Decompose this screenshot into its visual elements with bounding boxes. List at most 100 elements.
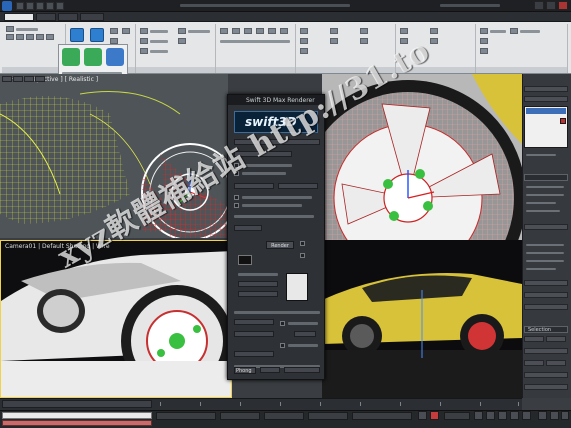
y-coordinate-field[interactable] (264, 412, 304, 420)
swift-loop-icon[interactable] (140, 38, 148, 44)
border-icon[interactable] (26, 34, 34, 40)
units-dropdown[interactable] (294, 331, 316, 337)
panel-field[interactable] (524, 292, 568, 298)
edge-button[interactable] (546, 336, 566, 342)
color-swatch-red[interactable] (560, 118, 566, 124)
paint-connect-icon[interactable] (178, 28, 186, 34)
quick-align-icon[interactable] (232, 28, 240, 34)
view-dropdown[interactable] (284, 367, 320, 373)
vertex-button[interactable] (524, 336, 544, 342)
tab-object-paint[interactable] (80, 13, 104, 21)
hinge-icon[interactable] (330, 38, 338, 44)
view-align-icon[interactable] (280, 28, 288, 34)
key-icon[interactable] (418, 411, 427, 420)
quickslice-icon[interactable] (140, 48, 148, 54)
modify-tab-icon[interactable] (13, 76, 23, 82)
panel-field[interactable] (524, 372, 568, 378)
outline-icon[interactable] (360, 38, 368, 44)
open-icon[interactable] (26, 2, 34, 10)
create-tab-icon[interactable] (2, 76, 12, 82)
edge-icon[interactable] (16, 34, 24, 40)
spinner-field[interactable] (234, 331, 274, 337)
play-icon[interactable] (498, 411, 507, 420)
inset-icon[interactable] (300, 48, 308, 54)
cut-icon[interactable] (140, 28, 148, 34)
flip-icon[interactable] (360, 28, 368, 34)
panel-field[interactable] (524, 280, 568, 286)
grow-icon[interactable] (70, 28, 84, 42)
orbit-icon[interactable] (561, 411, 569, 420)
option-checkbox[interactable] (300, 241, 305, 246)
render-button[interactable]: Render (266, 241, 294, 249)
mode-dropdown[interactable] (260, 367, 280, 373)
tab-selection[interactable] (58, 13, 78, 21)
loop-icon[interactable] (110, 28, 118, 34)
object-name-field[interactable] (524, 86, 568, 92)
maximize-icon[interactable] (546, 1, 556, 10)
go-to-start-icon[interactable] (474, 411, 483, 420)
spinner-field[interactable] (234, 319, 274, 325)
panel-field[interactable] (524, 224, 568, 230)
slider-field[interactable] (238, 291, 278, 297)
selection-rollout-header[interactable]: Selection (524, 326, 568, 333)
hierarchy-tab-icon[interactable] (24, 76, 34, 82)
option-checkbox[interactable] (280, 321, 285, 326)
element-icon[interactable] (46, 34, 54, 40)
build-large-icon[interactable] (106, 48, 124, 66)
undo-icon[interactable] (46, 2, 54, 10)
option-checkbox[interactable] (300, 253, 305, 258)
pan-icon[interactable] (550, 411, 559, 420)
close-icon[interactable] (558, 1, 568, 10)
vertex-icon[interactable] (6, 34, 14, 40)
time-slider[interactable] (2, 400, 152, 408)
minimize-icon[interactable] (534, 1, 544, 10)
redo-icon[interactable] (56, 2, 64, 10)
grid-field[interactable] (352, 412, 412, 420)
relax-icon[interactable] (256, 28, 264, 34)
polygon-icon[interactable] (36, 34, 44, 40)
zoom-icon[interactable] (538, 411, 547, 420)
loop-button[interactable] (546, 360, 566, 366)
motion-tab-icon[interactable] (35, 76, 45, 82)
tab-graphite-modeling[interactable] (4, 13, 34, 21)
ring-button[interactable] (524, 360, 544, 366)
extrude-icon[interactable] (300, 28, 308, 34)
shrink-icon[interactable] (90, 28, 104, 42)
bevel-icon[interactable] (300, 38, 308, 44)
color-swatch-black[interactable] (238, 255, 252, 265)
next-frame-icon[interactable] (510, 411, 519, 420)
viewport-yellow-sportscar[interactable] (322, 240, 522, 398)
quality-field[interactable] (234, 225, 262, 231)
panel-field[interactable] (524, 384, 568, 390)
x-coordinate-field[interactable] (220, 412, 260, 420)
constraints-icon[interactable] (178, 38, 186, 44)
option-checkbox[interactable] (234, 203, 239, 208)
grow-button[interactable] (524, 348, 568, 354)
rollout-header[interactable] (524, 174, 568, 181)
tab-freeform[interactable] (36, 13, 56, 21)
panel-field[interactable] (524, 304, 568, 310)
bridge-icon[interactable] (330, 28, 338, 34)
selected-dropdown[interactable] (444, 412, 470, 420)
shell-large-icon[interactable] (84, 48, 102, 66)
ring-option-icon[interactable] (122, 28, 130, 34)
planar-icon[interactable] (244, 28, 252, 34)
new-icon[interactable] (16, 2, 24, 10)
slider-field[interactable] (238, 281, 278, 287)
save-icon[interactable] (36, 2, 44, 10)
go-to-end-icon[interactable] (522, 411, 531, 420)
option-checkbox[interactable] (280, 343, 285, 348)
maxscript-listener[interactable] (2, 412, 152, 419)
previous-frame-icon[interactable] (486, 411, 495, 420)
repeat-icon[interactable] (220, 28, 228, 34)
make-planar-icon[interactable] (268, 28, 276, 34)
z-coordinate-field[interactable] (308, 412, 348, 420)
edge-dropdown[interactable] (278, 183, 318, 189)
shading-dropdown[interactable]: Phong (234, 367, 256, 374)
modifier-stack-selected[interactable] (526, 108, 566, 114)
modifier-list-dropdown[interactable] (524, 96, 568, 102)
edit-poly-icon[interactable] (6, 26, 14, 32)
spinner-field[interactable] (234, 351, 274, 357)
outline-large-icon[interactable] (62, 48, 80, 66)
app-logo-icon[interactable] (2, 1, 12, 11)
